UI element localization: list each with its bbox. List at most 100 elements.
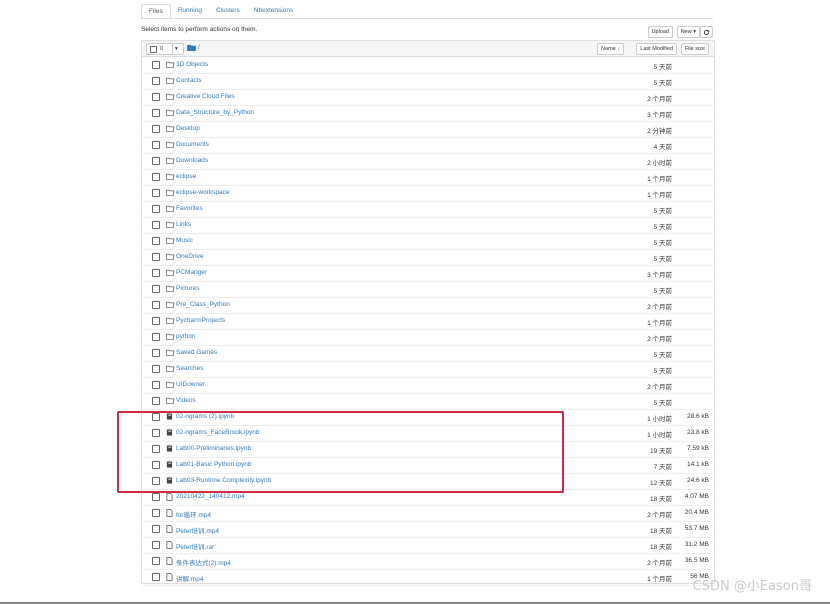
- item-checkbox[interactable]: [152, 189, 160, 197]
- item-checkbox[interactable]: [152, 397, 160, 405]
- item-checkbox[interactable]: [152, 365, 160, 373]
- list-item[interactable]: Pre_Class_Python 2 个月前: [142, 297, 714, 314]
- item-checkbox[interactable]: [152, 269, 160, 277]
- list-item[interactable]: Peter培训.mp4 18 天前 53.7 MB: [142, 521, 714, 538]
- breadcrumb[interactable]: /: [198, 44, 200, 51]
- item-name-link[interactable]: 条件表达式(2).mp4: [176, 557, 231, 567]
- list-item[interactable]: Desktop 2 分钟前: [142, 121, 714, 138]
- item-checkbox[interactable]: [152, 125, 160, 133]
- list-item[interactable]: UIDowner 2 个月前: [142, 377, 714, 394]
- item-checkbox[interactable]: [152, 237, 160, 245]
- list-item[interactable]: Pictures 5 天前: [142, 281, 714, 298]
- item-name-link[interactable]: Searches: [176, 365, 203, 372]
- item-name-link[interactable]: Saved Games: [176, 349, 217, 356]
- home-folder-link[interactable]: [187, 44, 196, 53]
- list-item[interactable]: Music 5 天前: [142, 233, 714, 250]
- item-checkbox[interactable]: [152, 221, 160, 229]
- item-name-link[interactable]: eclipse-workspace: [176, 189, 229, 196]
- item-name-link[interactable]: UIDowner: [176, 381, 205, 388]
- item-name-link[interactable]: eclipse: [176, 173, 196, 180]
- select-dropdown-icon[interactable]: ▾: [172, 44, 178, 54]
- list-item[interactable]: Downloads 2 小时前: [142, 153, 714, 170]
- item-checkbox[interactable]: [152, 157, 160, 165]
- item-name-link[interactable]: Contacts: [176, 77, 202, 84]
- item-name-link[interactable]: 讲解.mp4: [176, 573, 203, 583]
- item-checkbox[interactable]: [152, 509, 160, 517]
- item-name-link[interactable]: Documents: [176, 141, 209, 148]
- item-checkbox[interactable]: [152, 253, 160, 261]
- item-name-link[interactable]: python: [176, 333, 196, 340]
- list-item[interactable]: Data_Structure_by_Python 3 个月前: [142, 105, 714, 122]
- item-name-link[interactable]: Favorites: [176, 205, 203, 212]
- list-item[interactable]: Favorites 5 天前: [142, 201, 714, 218]
- item-name-link[interactable]: PCManger: [176, 269, 207, 276]
- list-item[interactable]: python 2 个月前: [142, 329, 714, 346]
- toolbar: Select items to perform actions on them.…: [141, 24, 713, 38]
- item-checkbox[interactable]: [152, 573, 160, 581]
- item-name-link[interactable]: 20210422_140412.mp4: [176, 493, 245, 500]
- item-checkbox[interactable]: [152, 557, 160, 565]
- list-item[interactable]: Contacts 5 天前: [142, 73, 714, 90]
- item-checkbox[interactable]: [152, 173, 160, 181]
- tab-running[interactable]: Running: [171, 4, 209, 18]
- list-item[interactable]: Links 5 天前: [142, 217, 714, 234]
- list-item[interactable]: OneDrive 5 天前: [142, 249, 714, 266]
- item-name-link[interactable]: Peter培训.rar: [176, 541, 214, 551]
- item-name-link[interactable]: Data_Structure_by_Python: [176, 109, 254, 116]
- new-dropdown-button[interactable]: New ▾: [676, 26, 700, 38]
- item-name-link[interactable]: Peter培训.mp4: [176, 525, 219, 535]
- item-name-link[interactable]: Downloads: [176, 157, 208, 164]
- item-name-link[interactable]: Links: [176, 221, 191, 228]
- select-all-checkbox[interactable]: [150, 45, 157, 53]
- item-name-link[interactable]: Music: [176, 237, 193, 244]
- item-name-link[interactable]: Pre_Class_Python: [176, 301, 230, 308]
- item-checkbox[interactable]: [152, 381, 160, 389]
- item-checkbox[interactable]: [152, 285, 160, 293]
- item-last-modified: 1 小时前: [647, 416, 672, 423]
- item-checkbox[interactable]: [152, 77, 160, 85]
- refresh-button[interactable]: [700, 26, 713, 38]
- list-item[interactable]: 3D Objects 5 天前: [142, 57, 714, 74]
- item-name-link[interactable]: OneDrive: [176, 253, 203, 260]
- list-item[interactable]: Videos 5 天前: [142, 393, 714, 410]
- item-checkbox[interactable]: [152, 109, 160, 117]
- item-name-link[interactable]: Creative Cloud Files: [176, 93, 235, 100]
- item-checkbox[interactable]: [152, 141, 160, 149]
- list-item[interactable]: Saved Games 5 天前: [142, 345, 714, 362]
- item-name-link[interactable]: Videos: [176, 397, 196, 404]
- list-item[interactable]: Documents 4 天前: [142, 137, 714, 154]
- item-checkbox[interactable]: [152, 349, 160, 357]
- folder-icon: [166, 349, 174, 356]
- list-item[interactable]: PycharmProjects 1 个月前: [142, 313, 714, 330]
- sort-by-file-size-button[interactable]: File size: [680, 43, 709, 55]
- sort-by-last-modified-button[interactable]: Last Modified: [636, 43, 677, 55]
- item-name-link[interactable]: Pictures: [176, 285, 199, 292]
- sort-by-name-button[interactable]: Name ↓: [597, 43, 624, 55]
- item-checkbox[interactable]: [152, 205, 160, 213]
- list-item[interactable]: eclipse 1 个月前: [142, 169, 714, 186]
- list-item[interactable]: Peter培训.rar 18 天前 31.2 MB: [142, 537, 714, 554]
- item-checkbox[interactable]: [152, 317, 160, 325]
- item-checkbox[interactable]: [152, 61, 160, 69]
- list-item[interactable]: for循环.mp4 2 个月前 20.4 MB: [142, 505, 714, 522]
- item-name-link[interactable]: PycharmProjects: [176, 317, 225, 324]
- item-checkbox[interactable]: [152, 333, 160, 341]
- list-item[interactable]: Searches 5 天前: [142, 361, 714, 378]
- item-name-link[interactable]: Desktop: [176, 125, 200, 132]
- upload-button[interactable]: Upload: [647, 26, 673, 38]
- item-checkbox[interactable]: [152, 541, 160, 549]
- list-item[interactable]: PCManger 3 个月前: [142, 265, 714, 282]
- list-item[interactable]: 讲解.mp4 1 个月前 56 MB: [142, 569, 714, 586]
- list-item[interactable]: 条件表达式(2).mp4 2 个月前 36.5 MB: [142, 553, 714, 570]
- item-name-link[interactable]: 3D Objects: [176, 61, 208, 68]
- tab-clusters[interactable]: Clusters: [209, 4, 247, 18]
- list-item[interactable]: Creative Cloud Files 2 个月前: [142, 89, 714, 106]
- item-checkbox[interactable]: [152, 93, 160, 101]
- tab-nbextensions[interactable]: Nbextensions: [247, 4, 300, 18]
- item-name-link[interactable]: for循环.mp4: [176, 509, 211, 519]
- select-all-control[interactable]: 0 ▾: [146, 43, 184, 55]
- item-checkbox[interactable]: [152, 525, 160, 533]
- list-item[interactable]: eclipse-workspace 1 个月前: [142, 185, 714, 202]
- item-checkbox[interactable]: [152, 493, 160, 501]
- item-checkbox[interactable]: [152, 301, 160, 309]
